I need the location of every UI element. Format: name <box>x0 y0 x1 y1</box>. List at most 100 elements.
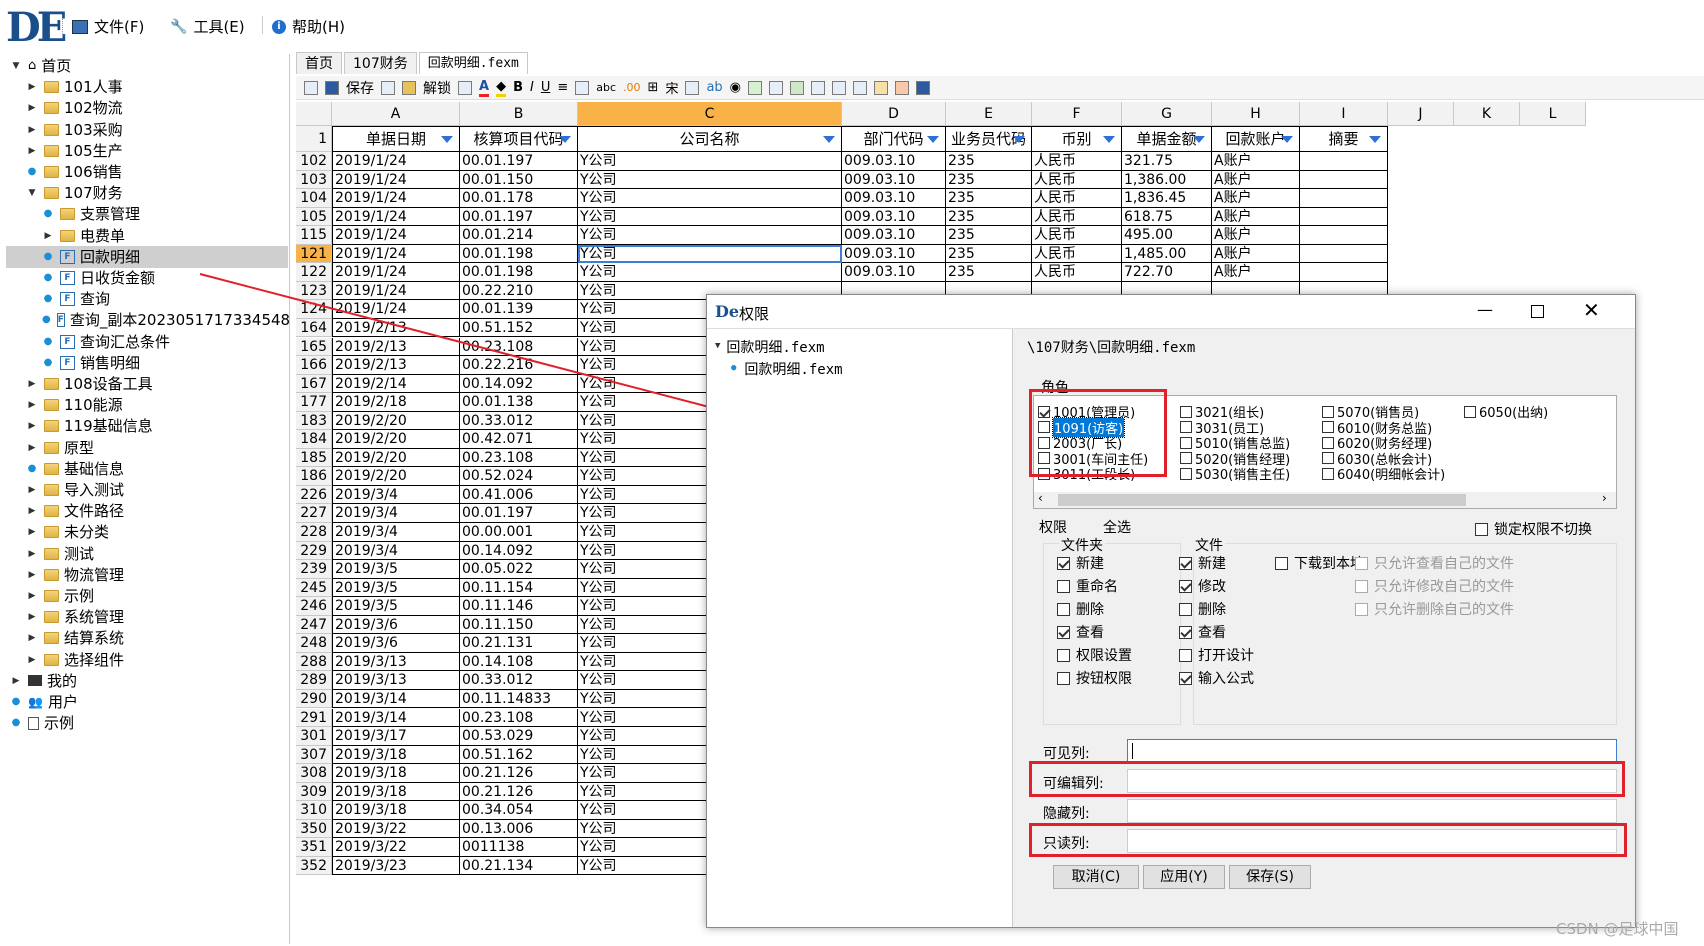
leaf-dot-icon: ● <box>731 363 737 373</box>
role-checkbox-box[interactable] <box>1322 467 1334 480</box>
file-perm-label: 打开设计 <box>1198 648 1254 664</box>
dialog-file-tree: ▼ 回款明细.fexm ● 回款明细.fexm <box>707 329 1013 927</box>
own-file-perm-box[interactable] <box>1355 556 1368 570</box>
apply-button[interactable]: 应用(Y) <box>1143 865 1225 889</box>
file-perm-box[interactable] <box>1179 625 1192 639</box>
file-perm-label: 修改 <box>1198 579 1226 595</box>
folder-perm-label: 查看 <box>1076 625 1104 641</box>
folder-perm-checkbox[interactable]: 按钮权限 <box>1057 668 1132 688</box>
role-checkbox-box[interactable] <box>1322 452 1334 465</box>
role-label: 6050(出纳) <box>1479 406 1549 421</box>
file-perm-checkbox[interactable]: 查看 <box>1179 622 1226 642</box>
folder-perm-checkbox[interactable]: 删除 <box>1057 599 1104 619</box>
lock-checkbox-box[interactable] <box>1475 522 1488 536</box>
role-checkbox-box[interactable] <box>1464 405 1476 418</box>
folder-perm-box[interactable] <box>1057 625 1070 639</box>
folder-perm-label: 按钮权限 <box>1076 671 1132 687</box>
own-file-perm-checkbox[interactable]: 只允许查看自己的文件 <box>1355 553 1514 573</box>
download-checkbox[interactable]: 下载到本地 <box>1275 553 1364 573</box>
folder-group-label: 文件夹 <box>1059 535 1105 555</box>
dialog-titlebar: De 权限 — ✕ <box>707 295 1635 329</box>
scroll-thumb[interactable] <box>1058 494 1466 506</box>
role-checkbox-box[interactable] <box>1180 467 1192 480</box>
download-checkbox-box[interactable] <box>1275 556 1288 570</box>
folder-perm-box[interactable] <box>1057 556 1070 570</box>
file-perm-checkbox[interactable]: 新建 <box>1179 553 1226 573</box>
folder-perm-label: 删除 <box>1076 602 1104 618</box>
maximize-button[interactable] <box>1531 305 1544 318</box>
highlight-readonly-box <box>1029 823 1627 857</box>
role-checkbox-box[interactable] <box>1322 436 1334 449</box>
own-file-perm-label: 只允许查看自己的文件 <box>1374 556 1514 572</box>
roles-scrollbar[interactable]: ‹ › <box>1034 491 1616 508</box>
folder-perm-label: 重命名 <box>1076 579 1118 595</box>
hidden-cols-label: 隐藏列: <box>1043 806 1090 822</box>
lock-checkbox-label: 锁定权限不切换 <box>1494 522 1592 538</box>
own-file-perm-checkbox[interactable]: 只允许修改自己的文件 <box>1355 576 1514 596</box>
minimize-button[interactable]: — <box>1477 300 1493 319</box>
file-group-label: 文件 <box>1193 535 1225 555</box>
tree-root-item[interactable]: ▼ 回款明细.fexm <box>715 337 825 357</box>
file-perm-box[interactable] <box>1179 579 1192 593</box>
visible-cols-label: 可见列: <box>1043 746 1090 762</box>
folder-perm-box[interactable] <box>1057 602 1070 616</box>
role-checkbox[interactable]: 5030(销售主任) <box>1180 464 1290 483</box>
own-file-perm-box[interactable] <box>1355 579 1368 593</box>
file-perm-label: 输入公式 <box>1198 671 1254 687</box>
folder-perm-box[interactable] <box>1057 579 1070 593</box>
scroll-left-icon[interactable]: ‹ <box>1038 491 1043 505</box>
permission-dialog: De 权限 — ✕ ▼ 回款明细.fexm ● 回款明细.fexm \107财务… <box>706 294 1636 928</box>
file-perm-label: 删除 <box>1198 602 1226 618</box>
role-checkbox-box[interactable] <box>1322 421 1334 434</box>
file-perm-label: 查看 <box>1198 625 1226 641</box>
select-all-button[interactable]: 全选 <box>1103 517 1131 537</box>
file-perm-box[interactable] <box>1179 556 1192 570</box>
file-perm-box[interactable] <box>1179 671 1192 685</box>
file-perm-box[interactable] <box>1179 602 1192 616</box>
role-label: 5030(销售主任) <box>1195 468 1291 484</box>
permission-label: 权限 <box>1039 520 1067 536</box>
role-checkbox-box[interactable] <box>1180 452 1192 465</box>
folder-perm-checkbox[interactable]: 权限设置 <box>1057 645 1132 665</box>
dialog-logo-icon: De <box>715 302 740 321</box>
role-checkbox-box[interactable] <box>1180 405 1192 418</box>
folder-perm-label: 新建 <box>1076 556 1104 572</box>
file-perm-label: 新建 <box>1198 556 1226 572</box>
file-perm-checkbox[interactable]: 删除 <box>1179 599 1226 619</box>
role-checkbox-box[interactable] <box>1180 421 1192 434</box>
hidden-cols-input[interactable] <box>1127 799 1617 823</box>
tree-root-label: 回款明细.fexm <box>726 340 825 356</box>
text-caret <box>1132 743 1133 759</box>
visible-cols-input[interactable] <box>1127 739 1617 763</box>
folder-perm-checkbox[interactable]: 新建 <box>1057 553 1104 573</box>
role-checkbox[interactable]: 6040(明细帐会计) <box>1322 464 1445 483</box>
own-file-perm-label: 只允许修改自己的文件 <box>1374 579 1514 595</box>
scroll-right-icon[interactable]: › <box>1602 491 1607 505</box>
expand-icon: ▼ <box>715 341 721 351</box>
tree-child-item[interactable]: ● 回款明细.fexm <box>731 359 843 379</box>
role-checkbox[interactable]: 6050(出纳) <box>1464 402 1548 421</box>
folder-perm-box[interactable] <box>1057 648 1070 662</box>
own-file-perm-checkbox[interactable]: 只允许删除自己的文件 <box>1355 599 1514 619</box>
dialog-title: 权限 <box>739 305 770 323</box>
tree-child-label: 回款明细.fexm <box>744 362 843 378</box>
own-file-perm-box[interactable] <box>1355 602 1368 616</box>
role-checkbox-box[interactable] <box>1180 436 1192 449</box>
folder-perm-checkbox[interactable]: 查看 <box>1057 622 1104 642</box>
file-perm-checkbox[interactable]: 修改 <box>1179 576 1226 596</box>
file-perm-box[interactable] <box>1179 648 1192 662</box>
lock-permission-checkbox[interactable]: 锁定权限不切换 <box>1475 519 1592 539</box>
file-perm-checkbox[interactable]: 输入公式 <box>1179 668 1254 688</box>
folder-perm-box[interactable] <box>1057 671 1070 685</box>
watermark: CSDN @足球中国 <box>1556 920 1679 938</box>
save-dialog-button[interactable]: 保存(S) <box>1229 865 1311 889</box>
role-label: 6040(明细帐会计) <box>1337 468 1446 484</box>
highlight-editable-box <box>1029 761 1625 797</box>
file-perm-checkbox[interactable]: 打开设计 <box>1179 645 1254 665</box>
close-button[interactable]: ✕ <box>1583 298 1600 322</box>
folder-perm-checkbox[interactable]: 重命名 <box>1057 576 1118 596</box>
download-label: 下载到本地 <box>1294 556 1364 572</box>
cancel-button[interactable]: 取消(C) <box>1053 865 1139 889</box>
file-path: \107财务\回款明细.fexm <box>1027 340 1196 356</box>
role-checkbox-box[interactable] <box>1322 405 1334 418</box>
